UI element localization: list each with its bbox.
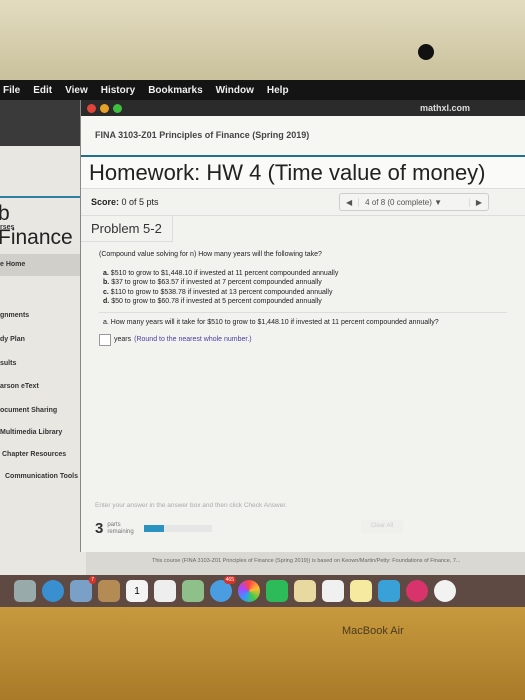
- notes-icon[interactable]: [350, 580, 372, 602]
- safari-icon[interactable]: [42, 580, 64, 602]
- menu-edit[interactable]: Edit: [33, 85, 52, 96]
- dock: 7 1 465: [0, 575, 525, 607]
- progress-bar: [143, 525, 212, 532]
- browser-window: mathxl.com FINA 3103-Z01 Principles of F…: [80, 100, 525, 552]
- sidebar-item-assignments[interactable]: gnments: [0, 312, 29, 319]
- remaining-label: remaining: [107, 528, 134, 535]
- laptop-bezel-bottom: [0, 607, 525, 700]
- answer-row: years (Round to the nearest whole number…: [99, 334, 507, 346]
- course-note: This course (FINA 3103-Z01 Principles of…: [152, 558, 461, 564]
- zoom-button[interactable]: [113, 104, 122, 113]
- sidebar-item-etext[interactable]: arson eText: [0, 383, 39, 390]
- maps-icon[interactable]: [182, 580, 204, 602]
- score-value: 0 of 5 pts: [121, 197, 159, 207]
- menu-bar: File Edit View History Bookmarks Window …: [0, 80, 525, 100]
- itunes-icon[interactable]: [434, 580, 456, 602]
- question-select[interactable]: 4 of 8 (0 complete) ▼: [358, 197, 470, 207]
- url-label[interactable]: mathxl.com: [420, 103, 470, 113]
- keynote-icon[interactable]: [378, 580, 400, 602]
- progress-fill: [143, 525, 165, 532]
- laptop-brand: MacBook Air: [342, 625, 404, 637]
- close-button[interactable]: [87, 104, 96, 113]
- problem-label: Problem 5-2: [81, 216, 173, 242]
- pages-icon[interactable]: [294, 580, 316, 602]
- instruction-text: Enter your answer in the answer box and …: [95, 502, 287, 509]
- divider: [0, 196, 86, 198]
- sidebar-item-chapter-resources[interactable]: Chapter Resources: [2, 451, 66, 458]
- title-bar: mathxl.com: [81, 100, 525, 116]
- background-window: b Finance rses e Home gnments dy Plan su…: [0, 146, 86, 575]
- reminders-icon[interactable]: [154, 580, 176, 602]
- prev-question-icon[interactable]: ◀: [340, 198, 358, 207]
- background-window-toolbar: [0, 100, 90, 222]
- sidebar-item-results[interactable]: sults: [0, 360, 16, 367]
- clear-all-button[interactable]: Clear All: [361, 520, 403, 533]
- messages-badge: 465: [223, 576, 236, 584]
- sidebar-item-courses[interactable]: rses: [0, 224, 14, 231]
- parts-count: 3: [95, 520, 104, 537]
- page-title: Homework: HW 4 (Time value of money): [81, 157, 525, 189]
- sidebar-item-study-plan[interactable]: dy Plan: [0, 336, 25, 343]
- divider: [99, 311, 507, 313]
- menu-help[interactable]: Help: [267, 85, 289, 96]
- menu-view[interactable]: View: [65, 85, 88, 96]
- list-item: c. $110 to grow to $538.78 if invested a…: [103, 288, 333, 296]
- facetime-icon[interactable]: [266, 580, 288, 602]
- contacts-icon[interactable]: [98, 580, 120, 602]
- sidebar-item-communication-tools[interactable]: Communication Tools: [5, 473, 78, 480]
- parts-remaining: 3 parts remaining: [95, 520, 212, 537]
- question-items: a. $510 to grow to $1,448.10 if invested…: [99, 269, 507, 307]
- menu-bookmarks[interactable]: Bookmarks: [148, 85, 202, 96]
- list-item: a. $510 to grow to $1,448.10 if invested…: [103, 269, 339, 277]
- camera: [418, 44, 434, 60]
- menu-file[interactable]: File: [3, 85, 20, 96]
- answer-hint: (Round to the nearest whole number.): [134, 336, 252, 344]
- menu-history[interactable]: History: [101, 85, 135, 96]
- mail-badge: 7: [89, 576, 96, 584]
- list-item: d. $50 to grow to $60.78 if invested at …: [103, 298, 322, 305]
- question-text: (Compound value solving for n) How many …: [99, 251, 322, 258]
- question-content: (Compound value solving for n) How many …: [81, 242, 525, 354]
- list-item: b. $37 to grow to $63.57 if invested at …: [103, 279, 322, 286]
- parts-label: parts: [107, 521, 121, 528]
- answer-input[interactable]: [99, 334, 111, 346]
- menu-window[interactable]: Window: [216, 85, 254, 96]
- part-a-question: a. How many years will it take for $510 …: [103, 318, 439, 326]
- question-navigator: ◀ 4 of 8 (0 complete) ▼ ▶: [339, 193, 489, 211]
- sidebar-item-home[interactable]: e Home: [0, 254, 86, 276]
- news-icon[interactable]: [406, 580, 428, 602]
- minimize-button[interactable]: [100, 104, 109, 113]
- sidebar-item-document-sharing[interactable]: ocument Sharing: [0, 407, 57, 414]
- score-row: Score: 0 of 5 pts ◀ 4 of 8 (0 complete) …: [81, 189, 525, 216]
- course-title: FINA 3103-Z01 Principles of Finance (Spr…: [81, 116, 525, 157]
- numbers-icon[interactable]: [322, 580, 344, 602]
- calendar-icon[interactable]: 1: [126, 580, 148, 602]
- launchpad-icon[interactable]: [14, 580, 36, 602]
- laptop-bezel-top: [0, 0, 525, 80]
- sidebar-item-multimedia[interactable]: Multimedia Library: [0, 429, 62, 436]
- answer-unit: years: [114, 336, 132, 344]
- score-label: Score:: [91, 197, 120, 207]
- mail-icon[interactable]: 7: [70, 576, 96, 602]
- next-question-icon[interactable]: ▶: [470, 198, 488, 207]
- photos-icon[interactable]: [238, 580, 260, 602]
- messages-icon[interactable]: 465: [210, 576, 236, 602]
